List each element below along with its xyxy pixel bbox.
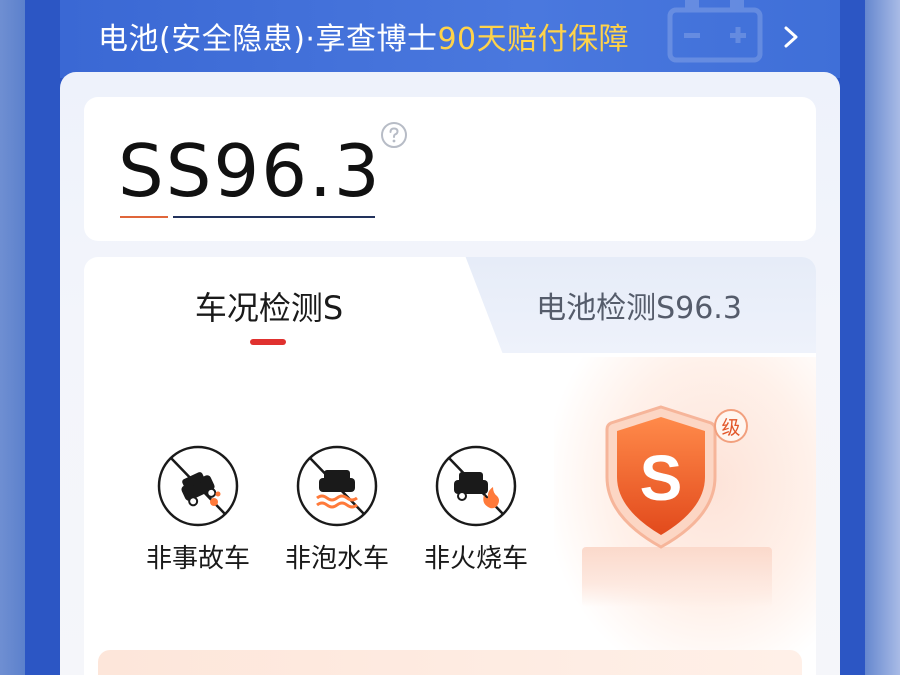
tab-battery-check[interactable]: 电池检测S96.3 xyxy=(504,283,774,327)
banner-text: 电池(安全隐患)·享查博士90天赔付保障 xyxy=(98,14,629,58)
score-value: SS96.3 xyxy=(118,129,382,213)
badge-no-accident: 非事故车 xyxy=(136,444,260,575)
badge-label: 非火烧车 xyxy=(423,544,528,574)
no-flood-icon xyxy=(296,445,378,527)
badge-label: 非泡水车 xyxy=(284,544,389,574)
next-section-header xyxy=(98,650,802,675)
tab-active-indicator xyxy=(250,339,286,345)
detection-panel: 车况检测S 电池检测S96.3 S 级 非事故车 非泡水车 非火烧车 xyxy=(84,257,816,675)
badge-label: 非事故车 xyxy=(145,544,250,574)
warranty-banner[interactable]: 电池(安全隐患)·享查博士90天赔付保障 xyxy=(60,0,840,78)
grade-letter: S xyxy=(640,442,683,514)
grade-shield-icon: S 级 xyxy=(605,405,748,549)
score-underline xyxy=(173,216,375,218)
no-fire-icon xyxy=(435,445,517,527)
grade-suffix: 级 xyxy=(721,417,740,439)
badge-row: 非事故车 非泡水车 非火烧车 xyxy=(136,444,536,574)
battery-watermark-icon xyxy=(667,0,763,63)
tab-vehicle-condition[interactable]: 车况检测S xyxy=(179,283,359,329)
banner-text-main: 电池(安全隐患)·享查博士 xyxy=(98,22,438,57)
score-underline-accent xyxy=(120,216,168,218)
no-accident-icon xyxy=(157,445,239,527)
question-circle-icon[interactable] xyxy=(380,121,408,149)
chevron-right-icon[interactable] xyxy=(778,22,804,52)
badge-no-fire: 非火烧车 xyxy=(414,444,538,575)
banner-text-highlight: 90天赔付保障 xyxy=(437,22,630,57)
badge-no-flood: 非泡水车 xyxy=(275,444,399,575)
